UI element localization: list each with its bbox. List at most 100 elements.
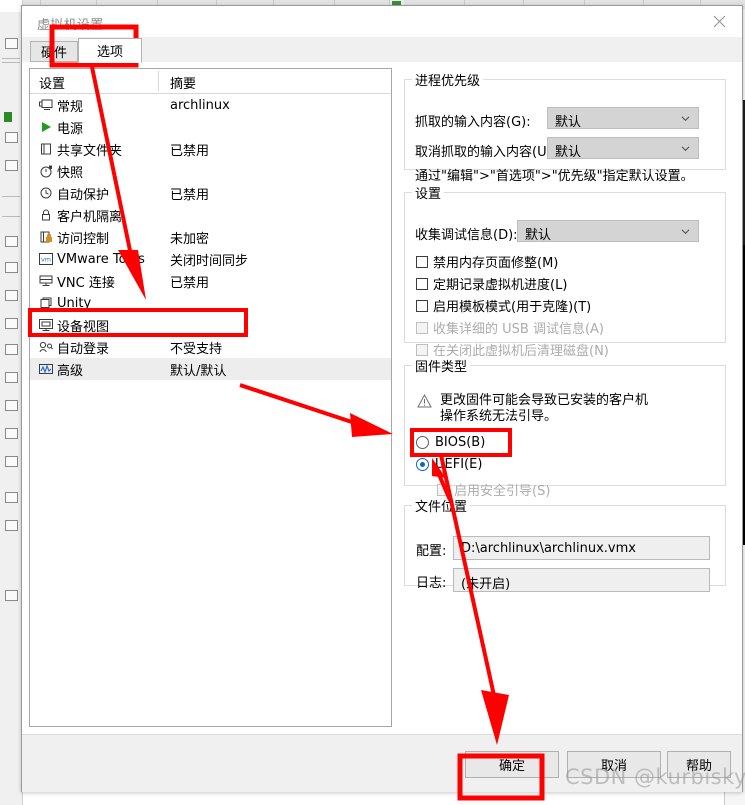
ungrab-input-label: 取消抓取的输入内容(U): [415,145,557,160]
grab-input-dropdown[interactable]: 默认 [547,107,699,130]
checkbox-log-vm-progress[interactable]: 定期记录虚拟机进度(L) [416,274,567,293]
log-path-field[interactable]: (未开启) [453,568,710,592]
list-item-summary: 关闭时间同步 [170,253,249,269]
checkbox-label: 启用模板模式(用于克隆)(T) [433,300,592,315]
page-title: 虚拟机设置 [37,18,104,33]
log-path-value: (未开启) [461,577,511,592]
list-item-label: 快照 [57,165,84,181]
column-header-summary: 摘要 [170,77,197,92]
chevron-down-icon [681,146,690,152]
debug-info-value: 默认 [525,228,552,243]
chevron-down-icon [681,229,690,235]
settings-list-header: 设置 摘要 [30,69,391,94]
list-item-auto-login[interactable]: 自动登录 不受支持 [30,336,391,358]
settings-group: 设置 收集调试信息(D): 默认 禁用内存页面修整(M) 定期记录虚拟机进度(L… [404,183,726,359]
checkbox-usb-debug-info: 收集详细的 USB 调试信息(A) [416,318,604,337]
radio-button [416,436,429,449]
grab-input-label: 抓取的输入内容(G): [415,115,531,130]
settings-list-body: 常规 archlinux 电源 共享文件夹 已禁用 快照 自动保护 已禁用 客户… [30,94,391,380]
list-item-auto-protect[interactable]: 自动保护 已禁用 [30,182,391,204]
settings-list-panel: 设置 摘要 常规 archlinux 电源 共享文件夹 已禁用 快照 自动保护 … [29,68,392,727]
debug-info-dropdown[interactable]: 默认 [517,220,699,243]
list-item-general[interactable]: 常规 archlinux [30,94,391,116]
firmware-warning-text: 更改固件可能会导致已安装的客户机 操作系统无法引导。 [440,393,649,424]
list-item-access-control[interactable]: 访问控制 未加密 [30,226,391,248]
settings-group-legend: 设置 [415,187,442,202]
folder-share-icon [38,141,54,157]
debug-info-label: 收集调试信息(D): [415,228,518,243]
list-item-summary: 已禁用 [170,187,210,203]
auto-login-icon [38,339,54,355]
list-item-summary: 默认/默认 [170,363,227,379]
checkbox-box [437,483,449,496]
firmware-warning: 更改固件可能会导致已安装的客户机 操作系统无法引导。 [417,393,713,425]
checkbox-label: 收集详细的 USB 调试信息(A) [433,322,604,337]
config-path-field[interactable]: D:\archlinux\archlinux.vmx [453,536,710,560]
checkbox-disable-memory-trim[interactable]: 禁用内存页面修整(M) [416,252,558,271]
radio-bios[interactable]: BIOS(B) [416,435,485,450]
background-left-sidebar [0,0,23,805]
ok-button[interactable]: 确定 [465,751,559,778]
priority-hint-text: 通过"编辑">"首选项">"优先级"指定默认设置。 [415,169,694,184]
list-item-snapshot[interactable]: 快照 [30,160,391,182]
ok-button-label: 确定 [498,759,525,774]
close-icon[interactable] [697,6,742,36]
list-item-label: 共享文件夹 [57,143,123,159]
list-item-vmware-tools[interactable]: vm VMware Tools 关闭时间同步 [30,248,391,270]
list-item-shared-folders[interactable]: 共享文件夹 已禁用 [30,138,391,160]
file-location-group: 文件位置 配置: D:\archlinux\archlinux.vmx 日志: … [404,496,726,592]
radio-uefi[interactable]: UEFI(E) [416,457,482,472]
radio-label: UEFI(E) [435,457,483,472]
screenshot-root: 虚拟机设置 硬件 选项 设置 摘要 常规 archlinux 电源 共享文件夹 … [0,0,745,805]
advanced-wave-icon [38,361,54,377]
svg-text:vm: vm [41,256,51,264]
list-item-label: VMware Tools [57,251,145,267]
monitor-icon [38,97,54,113]
list-item-summary: 未加密 [170,231,210,247]
process-priority-legend: 进程优先级 [415,74,481,89]
tab-options[interactable]: 选项 [78,38,142,63]
list-item-label: 常规 [57,99,84,115]
clock-icon [38,185,54,201]
grab-input-value: 默认 [555,115,582,130]
list-item-vnc-connection[interactable]: VNC 连接 已禁用 [30,270,391,292]
access-lock-icon [38,229,54,245]
list-item-label: 高级 [57,363,84,379]
vm-settings-dialog: 虚拟机设置 硬件 选项 设置 摘要 常规 archlinux 电源 共享文件夹 … [21,5,743,792]
list-item-label: VNC 连接 [57,275,115,291]
ungrab-input-value: 默认 [555,145,582,160]
checkbox-label: 定期记录虚拟机进度(L) [433,278,568,293]
list-item-label: 自动登录 [57,341,110,357]
config-path-label: 配置: [416,544,447,559]
list-item-label: 设备视图 [57,319,110,335]
list-item-guest-isolation[interactable]: 客户机隔离 [30,204,391,226]
list-item-label: Unity [57,295,92,311]
chevron-down-icon [681,116,690,122]
checkbox-box [416,299,428,312]
tabstrip: 硬件 选项 [22,37,742,63]
config-path-value: D:\archlinux\archlinux.vmx [461,541,636,556]
list-item-advanced[interactable]: 高级 默认/默认 [30,358,391,380]
checkbox-box [416,343,428,356]
checkbox-box [416,321,428,334]
firmware-type-group: 固件类型 更改固件可能会导致已安装的客户机 操作系统无法引导。 BIOS(B) … [404,356,726,499]
list-item-label: 电源 [57,121,84,137]
vm-tools-icon: vm [38,251,54,267]
ungrab-input-dropdown[interactable]: 默认 [547,137,699,160]
file-location-legend: 文件位置 [415,500,468,515]
column-header-settings: 设置 [39,77,66,92]
checkbox-template-mode[interactable]: 启用模板模式(用于克隆)(T) [416,296,591,315]
tab-hardware[interactable]: 硬件 [30,41,78,62]
dialog-content: 设置 摘要 常规 archlinux 电源 共享文件夹 已禁用 快照 自动保护 … [22,62,742,734]
list-item-power[interactable]: 电源 [30,116,391,138]
tab-hardware-label: 硬件 [40,46,67,61]
options-pane: 进程优先级 抓取的输入内容(G): 默认 取消抓取的输入内容(U): 默认 通过… [404,68,734,727]
list-item-unity[interactable]: Unity [30,292,391,314]
list-item-summary: 不受支持 [170,341,223,357]
list-item-label: 自动保护 [57,187,110,203]
list-item-summary: archlinux [170,97,230,113]
snapshot-clock-icon [38,163,54,179]
checkbox-box [416,255,428,268]
log-path-label: 日志: [416,576,447,591]
list-item-device-view[interactable]: 设备视图 [30,314,391,336]
